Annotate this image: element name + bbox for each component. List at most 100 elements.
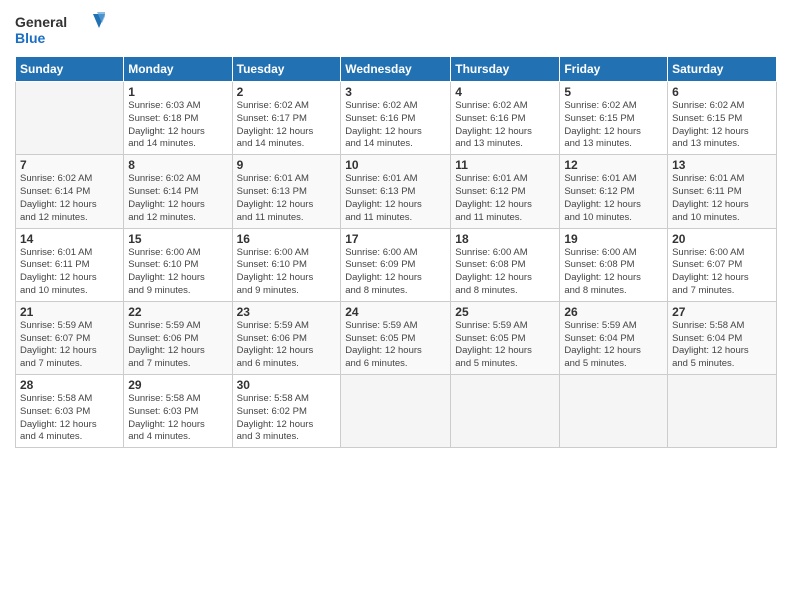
day-info: Sunrise: 6:01 AM Sunset: 6:12 PM Dayligh… [564,173,663,224]
day-info: Sunrise: 6:02 AM Sunset: 6:16 PM Dayligh… [345,100,446,151]
calendar-cell: 26Sunrise: 5:59 AM Sunset: 6:04 PM Dayli… [560,301,668,374]
calendar-cell: 16Sunrise: 6:00 AM Sunset: 6:10 PM Dayli… [232,228,341,301]
calendar-cell: 27Sunrise: 5:58 AM Sunset: 6:04 PM Dayli… [668,301,777,374]
logo: General Blue [15,10,105,50]
day-info: Sunrise: 5:59 AM Sunset: 6:06 PM Dayligh… [237,320,337,371]
calendar-cell: 3Sunrise: 6:02 AM Sunset: 6:16 PM Daylig… [341,82,451,155]
day-number: 2 [237,85,337,99]
day-info: Sunrise: 6:00 AM Sunset: 6:10 PM Dayligh… [128,247,227,298]
day-number: 11 [455,158,555,172]
calendar-header-tuesday: Tuesday [232,57,341,82]
calendar-cell: 25Sunrise: 5:59 AM Sunset: 6:05 PM Dayli… [451,301,560,374]
day-number: 24 [345,305,446,319]
day-info: Sunrise: 5:59 AM Sunset: 6:05 PM Dayligh… [345,320,446,371]
day-number: 12 [564,158,663,172]
calendar-cell [16,82,124,155]
day-info: Sunrise: 5:59 AM Sunset: 6:07 PM Dayligh… [20,320,119,371]
day-number: 9 [237,158,337,172]
page-header: General Blue [15,10,777,50]
day-info: Sunrise: 5:58 AM Sunset: 6:03 PM Dayligh… [128,393,227,444]
calendar-header-monday: Monday [124,57,232,82]
calendar-cell: 12Sunrise: 6:01 AM Sunset: 6:12 PM Dayli… [560,155,668,228]
calendar-cell [451,375,560,448]
calendar-cell: 24Sunrise: 5:59 AM Sunset: 6:05 PM Dayli… [341,301,451,374]
calendar-table: SundayMondayTuesdayWednesdayThursdayFrid… [15,56,777,448]
day-number: 18 [455,232,555,246]
calendar-header-row: SundayMondayTuesdayWednesdayThursdayFrid… [16,57,777,82]
calendar-cell [668,375,777,448]
day-number: 17 [345,232,446,246]
calendar-cell: 22Sunrise: 5:59 AM Sunset: 6:06 PM Dayli… [124,301,232,374]
calendar-cell: 9Sunrise: 6:01 AM Sunset: 6:13 PM Daylig… [232,155,341,228]
calendar-week-1: 7Sunrise: 6:02 AM Sunset: 6:14 PM Daylig… [16,155,777,228]
day-number: 13 [672,158,772,172]
day-number: 21 [20,305,119,319]
day-info: Sunrise: 5:59 AM Sunset: 6:06 PM Dayligh… [128,320,227,371]
day-number: 28 [20,378,119,392]
calendar-cell: 4Sunrise: 6:02 AM Sunset: 6:16 PM Daylig… [451,82,560,155]
calendar-header-friday: Friday [560,57,668,82]
day-number: 26 [564,305,663,319]
day-number: 25 [455,305,555,319]
calendar-cell: 5Sunrise: 6:02 AM Sunset: 6:15 PM Daylig… [560,82,668,155]
day-info: Sunrise: 6:02 AM Sunset: 6:17 PM Dayligh… [237,100,337,151]
day-number: 27 [672,305,772,319]
calendar-cell: 17Sunrise: 6:00 AM Sunset: 6:09 PM Dayli… [341,228,451,301]
day-info: Sunrise: 5:58 AM Sunset: 6:04 PM Dayligh… [672,320,772,371]
day-number: 5 [564,85,663,99]
day-number: 14 [20,232,119,246]
calendar-cell [560,375,668,448]
day-info: Sunrise: 6:02 AM Sunset: 6:15 PM Dayligh… [672,100,772,151]
day-number: 10 [345,158,446,172]
calendar-week-2: 14Sunrise: 6:01 AM Sunset: 6:11 PM Dayli… [16,228,777,301]
day-number: 3 [345,85,446,99]
day-info: Sunrise: 5:58 AM Sunset: 6:03 PM Dayligh… [20,393,119,444]
svg-text:General: General [15,14,67,30]
day-number: 23 [237,305,337,319]
calendar-cell: 28Sunrise: 5:58 AM Sunset: 6:03 PM Dayli… [16,375,124,448]
day-info: Sunrise: 6:03 AM Sunset: 6:18 PM Dayligh… [128,100,227,151]
day-number: 6 [672,85,772,99]
day-info: Sunrise: 6:00 AM Sunset: 6:10 PM Dayligh… [237,247,337,298]
day-info: Sunrise: 6:01 AM Sunset: 6:12 PM Dayligh… [455,173,555,224]
calendar-cell: 8Sunrise: 6:02 AM Sunset: 6:14 PM Daylig… [124,155,232,228]
calendar-header-wednesday: Wednesday [341,57,451,82]
day-info: Sunrise: 6:02 AM Sunset: 6:15 PM Dayligh… [564,100,663,151]
day-number: 20 [672,232,772,246]
logo-svg: General Blue [15,10,105,50]
calendar-cell: 18Sunrise: 6:00 AM Sunset: 6:08 PM Dayli… [451,228,560,301]
calendar-header-thursday: Thursday [451,57,560,82]
day-number: 29 [128,378,227,392]
day-info: Sunrise: 6:01 AM Sunset: 6:13 PM Dayligh… [237,173,337,224]
day-info: Sunrise: 6:00 AM Sunset: 6:09 PM Dayligh… [345,247,446,298]
calendar-cell: 14Sunrise: 6:01 AM Sunset: 6:11 PM Dayli… [16,228,124,301]
calendar-cell: 6Sunrise: 6:02 AM Sunset: 6:15 PM Daylig… [668,82,777,155]
day-number: 8 [128,158,227,172]
calendar-cell: 30Sunrise: 5:58 AM Sunset: 6:02 PM Dayli… [232,375,341,448]
day-info: Sunrise: 6:02 AM Sunset: 6:14 PM Dayligh… [20,173,119,224]
day-info: Sunrise: 5:58 AM Sunset: 6:02 PM Dayligh… [237,393,337,444]
day-info: Sunrise: 6:00 AM Sunset: 6:08 PM Dayligh… [564,247,663,298]
day-number: 22 [128,305,227,319]
calendar-cell: 7Sunrise: 6:02 AM Sunset: 6:14 PM Daylig… [16,155,124,228]
day-info: Sunrise: 6:02 AM Sunset: 6:16 PM Dayligh… [455,100,555,151]
day-info: Sunrise: 6:02 AM Sunset: 6:14 PM Dayligh… [128,173,227,224]
day-info: Sunrise: 6:01 AM Sunset: 6:11 PM Dayligh… [672,173,772,224]
calendar-cell: 19Sunrise: 6:00 AM Sunset: 6:08 PM Dayli… [560,228,668,301]
calendar-cell: 23Sunrise: 5:59 AM Sunset: 6:06 PM Dayli… [232,301,341,374]
calendar-cell: 11Sunrise: 6:01 AM Sunset: 6:12 PM Dayli… [451,155,560,228]
calendar-cell: 10Sunrise: 6:01 AM Sunset: 6:13 PM Dayli… [341,155,451,228]
calendar-header-saturday: Saturday [668,57,777,82]
day-info: Sunrise: 6:00 AM Sunset: 6:07 PM Dayligh… [672,247,772,298]
day-number: 1 [128,85,227,99]
calendar-header-sunday: Sunday [16,57,124,82]
day-info: Sunrise: 6:00 AM Sunset: 6:08 PM Dayligh… [455,247,555,298]
calendar-cell [341,375,451,448]
calendar-cell: 2Sunrise: 6:02 AM Sunset: 6:17 PM Daylig… [232,82,341,155]
calendar-cell: 1Sunrise: 6:03 AM Sunset: 6:18 PM Daylig… [124,82,232,155]
day-info: Sunrise: 6:01 AM Sunset: 6:13 PM Dayligh… [345,173,446,224]
calendar-week-4: 28Sunrise: 5:58 AM Sunset: 6:03 PM Dayli… [16,375,777,448]
day-number: 19 [564,232,663,246]
day-number: 4 [455,85,555,99]
day-info: Sunrise: 6:01 AM Sunset: 6:11 PM Dayligh… [20,247,119,298]
